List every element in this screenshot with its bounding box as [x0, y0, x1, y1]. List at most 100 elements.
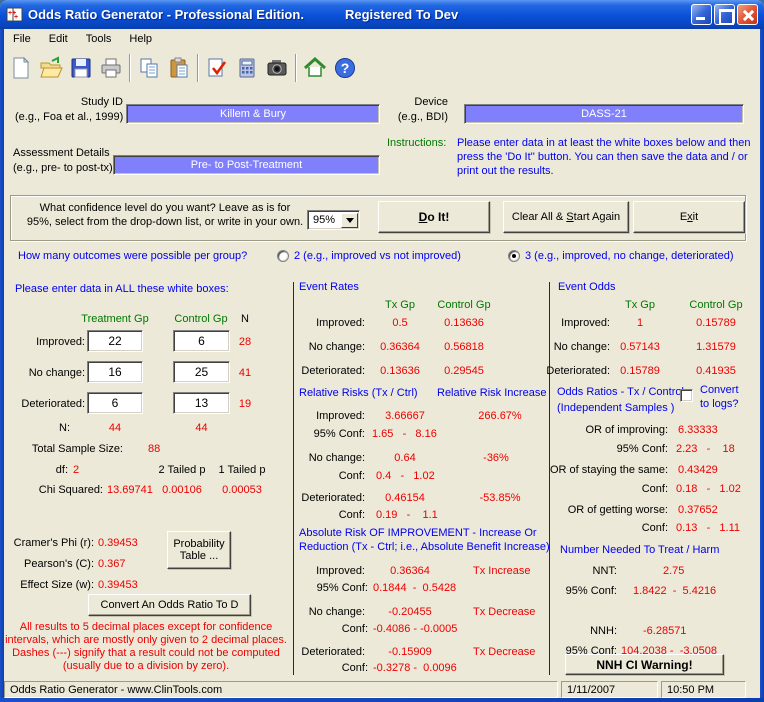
entry-nochange-n: 41 [232, 367, 258, 380]
entry-improved-n: 28 [232, 336, 258, 349]
outcomes-radio-2-label[interactable]: 2 (e.g., improved vs not improved) [294, 250, 461, 263]
window-border-left [0, 29, 4, 702]
entry-row-label: Deteriorated: [10, 398, 85, 411]
toolbar-separator [197, 54, 199, 82]
ar-nochange-value: -0.20455 [382, 606, 438, 619]
cramers-phi-value: 0.39453 [98, 537, 138, 550]
copy-icon[interactable] [134, 53, 164, 83]
convert-to-logs-label-line2[interactable]: to logs? [700, 398, 739, 411]
outcomes-radio-3[interactable] [508, 250, 520, 262]
clear-all-button[interactable]: Clear All & Start Again [503, 201, 629, 233]
exit-button[interactable]: Exit [633, 201, 745, 233]
svg-text:?: ? [341, 60, 350, 76]
event-rates-row-label: No change: [290, 341, 365, 354]
rr-nochange-conf-label: Conf: [285, 470, 365, 483]
calculator-icon[interactable] [232, 53, 262, 83]
outcomes-radio-3-label[interactable]: 3 (e.g., improved, no change, deteriorat… [525, 250, 734, 263]
outcomes-question: How many outcomes were possible per grou… [18, 250, 247, 263]
entry-nochange-ctrl-input[interactable]: 25 [173, 361, 230, 383]
chi-p1-value: 0.00053 [212, 484, 272, 497]
absolute-risk-title-line1: Absolute Risk OF IMPROVEMENT - Increase … [299, 527, 537, 540]
absolute-risk-title-line2: Reduction (Tx - Ctrl; i.e., Absolute Ben… [299, 541, 550, 554]
do-it-button[interactable]: Do It! [378, 201, 490, 233]
menu-help[interactable]: Help [120, 30, 161, 49]
rr-nochange-value: 0.64 [377, 452, 433, 465]
home-icon[interactable] [300, 53, 330, 83]
confidence-level-dropdown[interactable]: 95% [307, 210, 360, 230]
odds-ratios-title-line2: (Independent Samples ) [557, 402, 674, 415]
ar-nochange-conf-label: Conf: [288, 623, 368, 636]
help-icon[interactable]: ? [330, 53, 360, 83]
cramers-phi-label: Cramer's Phi (r): [0, 537, 94, 550]
statusbar-time: 10:50 PM [661, 681, 746, 698]
event-odds-col-ctrl: Control Gp [688, 299, 744, 312]
close-button[interactable] [737, 4, 758, 25]
save-icon[interactable] [66, 53, 96, 83]
confidence-question-line2: 95%, select from the drop-down list, or … [20, 216, 310, 229]
menu-file[interactable]: File [4, 30, 40, 49]
convert-to-logs-label-line1[interactable]: Convert [700, 384, 739, 397]
device-field[interactable]: DASS-21 [464, 104, 744, 124]
entry-prompt: Please enter data in ALL these white box… [15, 283, 229, 296]
rr-deteriorated-label: Deteriorated: [290, 492, 365, 505]
event-rates-col-ctrl: Control Gp [436, 299, 492, 312]
p1-header: 1 Tailed p [212, 464, 272, 477]
event-rates-deteriorated-ctrl: 0.29545 [438, 365, 490, 378]
menu-tools[interactable]: Tools [77, 30, 121, 49]
or-worse-label: OR of getting worse: [560, 504, 668, 517]
nnh-ci-warning-button[interactable]: NNH CI Warning! [565, 654, 724, 675]
rr-improved-conf-label: 95% Conf: [285, 428, 365, 441]
entry-nochange-tx-input[interactable]: 16 [87, 361, 143, 383]
outcomes-radio-2[interactable] [277, 250, 289, 262]
event-odds-col-tx: Tx Gp [620, 299, 660, 312]
entry-deteriorated-n: 19 [232, 398, 258, 411]
svg-text:+: + [14, 14, 18, 21]
paste-icon[interactable] [164, 53, 194, 83]
results-note-line4: (usually due to a division by zero). [2, 660, 290, 673]
instructions-line3: print out the results. [457, 165, 554, 178]
event-odds-nochange-tx: 0.57143 [615, 341, 665, 354]
nnt-label: NNT: [567, 565, 617, 578]
nnt-conf: 1.8422 - 5.4216 [633, 585, 716, 598]
camera-icon[interactable] [262, 53, 292, 83]
study-id-field[interactable]: Killem & Bury [126, 104, 380, 124]
or-improving-label: OR of improving: [560, 424, 668, 437]
new-document-icon[interactable] [6, 53, 36, 83]
assessment-field[interactable]: Pre- to Post-Treatment [113, 155, 380, 175]
print-icon[interactable] [96, 53, 126, 83]
probability-table-button[interactable]: ProbabilityTable ... [167, 531, 231, 569]
dropdown-arrow-button[interactable] [341, 213, 358, 228]
entry-improved-ctrl-input[interactable]: 6 [173, 330, 230, 352]
open-folder-icon[interactable] [36, 53, 66, 83]
menu-edit[interactable]: Edit [40, 30, 77, 49]
assessment-hint: (e.g., pre- to post-tx) [13, 162, 113, 175]
p2-header: 2 Tailed p [150, 464, 214, 477]
event-odds-deteriorated-ctrl: 0.41935 [690, 365, 742, 378]
or-worse-conf: 0.13 - 1.11 [676, 522, 740, 535]
toolbar-separator [295, 54, 297, 82]
entry-deteriorated-ctrl-input[interactable]: 13 [173, 392, 230, 414]
validate-icon[interactable] [202, 53, 232, 83]
entry-n-tx: 44 [87, 422, 143, 435]
entry-deteriorated-tx-input[interactable]: 6 [87, 392, 143, 414]
minimize-button[interactable] [691, 4, 712, 25]
or-same-conf: 0.18 - 1.02 [676, 483, 741, 496]
or-same-value: 0.43429 [678, 464, 718, 477]
entry-col-treatment: Treatment Gp [81, 313, 149, 326]
pearsons-c-value: 0.367 [98, 558, 126, 571]
event-rates-row-label: Improved: [290, 317, 365, 330]
event-rates-improved-ctrl: 0.13636 [438, 317, 490, 330]
event-odds-improved-tx: 1 [615, 317, 665, 330]
results-note-line1: All results to 5 decimal places except f… [2, 621, 290, 634]
convert-to-logs-checkbox[interactable] [680, 389, 693, 402]
rr-improved-label: Improved: [290, 410, 365, 423]
ar-deteriorated-label: Deteriorated: [290, 646, 365, 659]
maximize-button[interactable] [714, 4, 735, 25]
chevron-down-icon [346, 218, 354, 223]
event-rates-title: Event Rates [299, 281, 359, 294]
confidence-level-value: 95% [308, 214, 341, 226]
convert-or-to-d-button[interactable]: Convert An Odds Ratio To D [88, 594, 251, 616]
ar-deteriorated-value: -0.15909 [382, 646, 438, 659]
assessment-label: Assessment Details [13, 147, 110, 160]
entry-improved-tx-input[interactable]: 22 [87, 330, 143, 352]
